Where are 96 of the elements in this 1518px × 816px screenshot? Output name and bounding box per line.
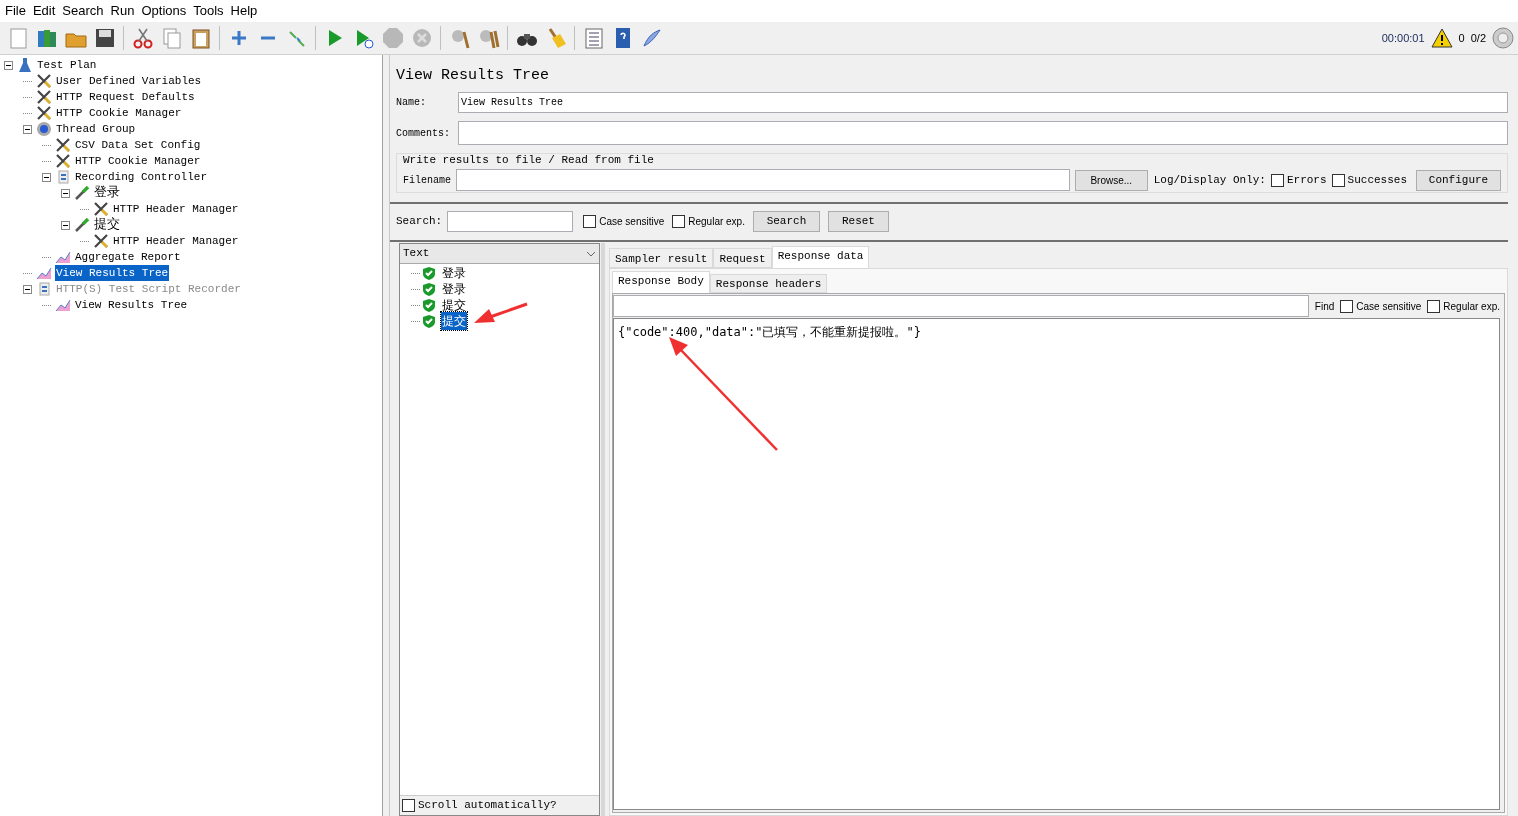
- shield-check-icon: [422, 266, 436, 280]
- result-item[interactable]: 提交: [441, 312, 467, 330]
- controller-icon: [55, 169, 71, 185]
- field-label: Filename: [403, 173, 451, 188]
- button[interactable]: Reset: [827, 210, 889, 232]
- group-title: Write results to file / Read from file: [403, 154, 655, 166]
- tree-item[interactable]: CSV Data Set Config: [74, 136, 202, 154]
- wrench-cross-icon: [93, 201, 109, 217]
- menu-item[interactable]: Tools: [190, 1, 227, 21]
- field-label: Comments:: [396, 126, 451, 141]
- comments-field[interactable]: [458, 121, 1508, 145]
- tab[interactable]: Response data: [771, 246, 870, 268]
- tree-item[interactable]: HTTP Header Manager: [112, 200, 240, 218]
- checkbox-label: Successes: [1347, 172, 1407, 188]
- menu-item[interactable]: Edit: [29, 1, 59, 21]
- field-label: Find: [1314, 299, 1335, 314]
- pipette-icon: [74, 217, 90, 233]
- checkbox[interactable]: [1331, 173, 1345, 187]
- shield-check-icon: [422, 314, 436, 328]
- checkbox[interactable]: [1340, 299, 1354, 313]
- tree-item[interactable]: 提交: [93, 215, 121, 235]
- collapse-icon[interactable]: [61, 220, 70, 230]
- tab[interactable]: Response headers: [709, 274, 828, 293]
- result-item[interactable]: 登录: [441, 264, 467, 282]
- tree-item[interactable]: HTTP Cookie Manager: [55, 104, 183, 122]
- checkbox[interactable]: [672, 214, 686, 228]
- menu-item[interactable]: Options: [138, 1, 190, 21]
- wrench-cross-icon: [36, 89, 52, 105]
- wrench-cross-icon: [36, 105, 52, 121]
- tab[interactable]: Sampler result: [609, 248, 714, 268]
- field-label: Search:: [396, 213, 443, 229]
- wrench-cross-icon: [36, 73, 52, 89]
- checkbox-label: Regular exp.: [688, 214, 745, 229]
- tree-item[interactable]: HTTP Request Defaults: [55, 88, 196, 106]
- menu-item[interactable]: Run: [107, 1, 138, 21]
- checkbox[interactable]: [583, 214, 597, 228]
- menu-item[interactable]: Help: [227, 1, 261, 21]
- pipette-icon: [74, 185, 90, 201]
- checkbox-label: Scroll automatically?: [418, 798, 557, 814]
- chart-icon: [36, 265, 52, 281]
- menu-item[interactable]: File: [2, 1, 29, 21]
- checkbox[interactable]: [1427, 299, 1441, 313]
- field-label: Log/Display Only:: [1153, 172, 1266, 188]
- tree-item[interactable]: Test Plan: [36, 56, 98, 74]
- result-item[interactable]: 提交: [441, 296, 467, 314]
- result-item[interactable]: 登录: [441, 280, 467, 298]
- collapse-icon[interactable]: [4, 60, 13, 70]
- renderer-dropdown[interactable]: Text: [400, 244, 599, 264]
- checkbox-label: Regular exp.: [1443, 299, 1500, 314]
- checkbox-label: Errors: [1286, 172, 1327, 188]
- field-label: Name:: [396, 95, 427, 110]
- chart-icon: [55, 297, 71, 313]
- collapse-icon[interactable]: [61, 188, 70, 198]
- tree-item[interactable]: HTTP Header Manager: [112, 232, 240, 250]
- controller-icon: [36, 281, 52, 297]
- remote-status-icon: [1492, 27, 1514, 49]
- tree-item[interactable]: 登录: [93, 183, 121, 203]
- warning-icon[interactable]: [1430, 28, 1453, 48]
- tree-item[interactable]: HTTP Cookie Manager: [74, 152, 202, 170]
- tab[interactable]: Response Body: [612, 271, 710, 293]
- button[interactable]: Search: [752, 210, 820, 232]
- thread-count: 0/2: [1470, 30, 1486, 46]
- tree-item[interactable]: Thread Group: [55, 120, 137, 138]
- flask-icon: [17, 57, 33, 73]
- wrench-cross-icon: [55, 137, 71, 153]
- checkbox[interactable]: [402, 799, 415, 812]
- tree-item[interactable]: Recording Controller: [74, 168, 209, 186]
- tree-item[interactable]: User Defined Variables: [55, 72, 203, 90]
- panel-title: View Results Tree: [395, 66, 551, 86]
- tab[interactable]: Request: [713, 248, 772, 268]
- response-text: {"code":400,"data":"已填写，不能重新提报啦。"}: [618, 324, 922, 341]
- name-field[interactable]: View Results Tree: [458, 91, 1508, 113]
- chevron-down-icon: [586, 250, 596, 257]
- warning-count: 0: [1458, 30, 1465, 46]
- shield-check-icon: [422, 282, 436, 296]
- tree-item[interactable]: Aggregate Report: [74, 248, 182, 266]
- elapsed-time: 00:00:01: [1381, 30, 1425, 46]
- collapse-icon[interactable]: [23, 124, 32, 134]
- filename-field[interactable]: [456, 169, 1070, 191]
- dropdown-value: Text: [403, 246, 430, 262]
- tree-item[interactable]: View Results Tree: [55, 264, 170, 282]
- checkbox[interactable]: [1270, 173, 1284, 187]
- wrench-cross-icon: [55, 153, 71, 169]
- button[interactable]: Configure: [1416, 169, 1501, 191]
- find-field[interactable]: [613, 295, 1309, 317]
- shield-check-icon: [422, 298, 436, 312]
- chart-icon: [55, 249, 71, 265]
- checkbox-label: Case sensitive: [1356, 299, 1422, 314]
- wrench-cross-icon: [93, 233, 109, 249]
- gear-icon: [36, 121, 52, 137]
- menu-item[interactable]: Search: [59, 1, 107, 21]
- button[interactable]: Browse...: [1074, 169, 1148, 191]
- checkbox-label: Case sensitive: [599, 214, 665, 229]
- search-field[interactable]: [447, 210, 574, 232]
- arrow-annotation: [474, 302, 528, 323]
- collapse-icon[interactable]: [42, 172, 51, 182]
